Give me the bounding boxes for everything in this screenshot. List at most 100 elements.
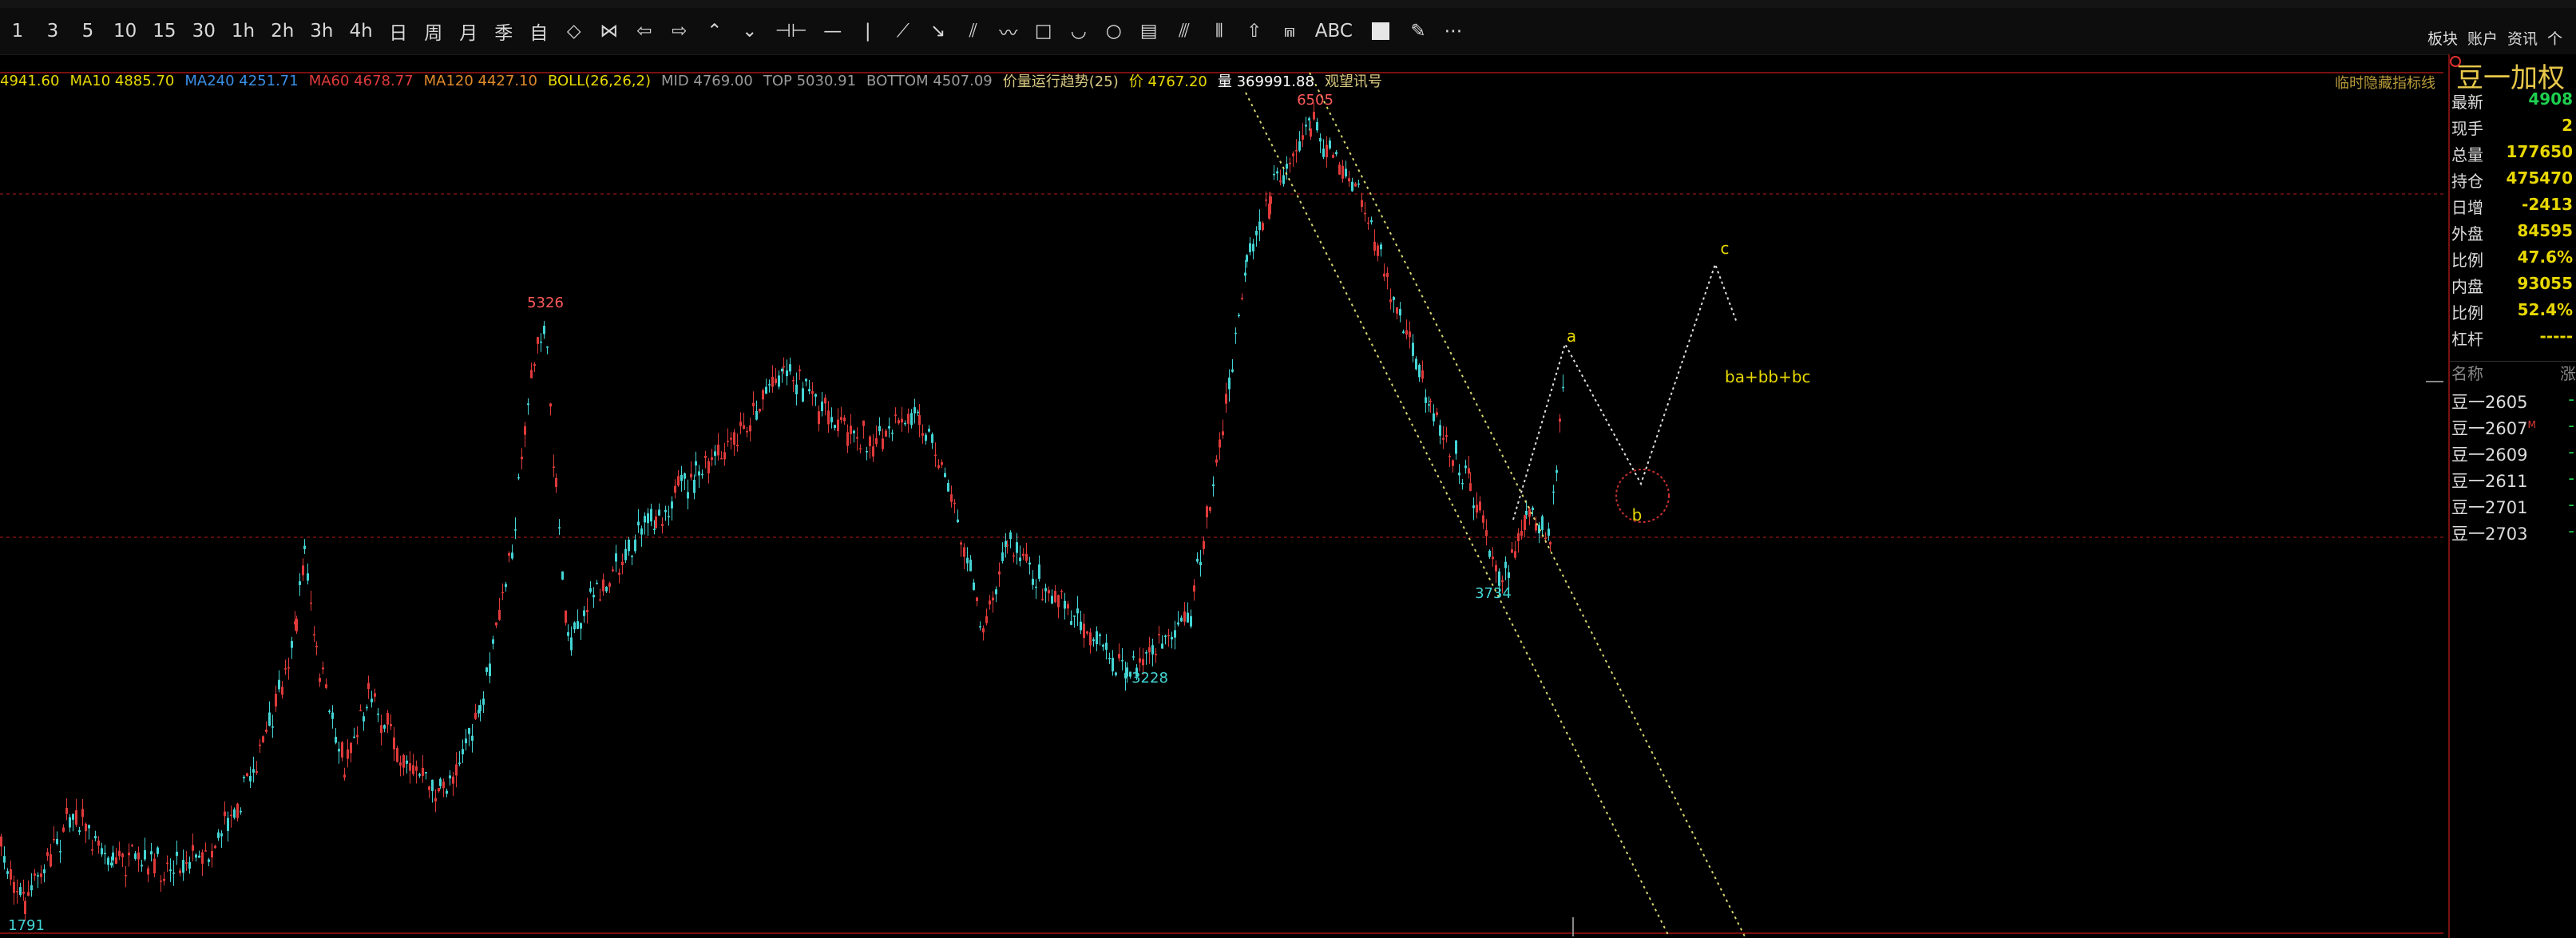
candle-body (246, 773, 248, 777)
candle-body (1520, 530, 1523, 536)
bar-mark-icon[interactable]: ⩎ (1280, 14, 1299, 49)
menu-sector[interactable]: 板块 (2427, 27, 2458, 49)
period-10[interactable]: 10 (113, 14, 137, 49)
circle-icon[interactable]: ○ (1104, 14, 1124, 49)
arrow-up-icon[interactable]: ⌃ (705, 14, 724, 49)
candle-body (837, 419, 839, 432)
period-3h[interactable]: 3h (310, 14, 333, 49)
period-30[interactable]: 30 (192, 14, 216, 49)
period-4h[interactable]: 4h (350, 14, 373, 49)
candle-body (343, 774, 346, 778)
candle-body (110, 862, 113, 866)
candle-body (1501, 580, 1504, 583)
candle-body (367, 683, 370, 690)
kline-chart[interactable]: 5326 6505 1791 3228 3734 a b c ba+bb+bc (0, 69, 2443, 936)
quote-label: 现手 (2451, 119, 2483, 138)
text-abc-icon[interactable]: ABC (1315, 14, 1353, 49)
candle-series (0, 103, 1564, 921)
period-15[interactable]: 15 (153, 14, 176, 49)
arc-icon[interactable]: ◡ (1069, 14, 1088, 49)
contract-row[interactable]: 豆一2611 - (2450, 469, 2576, 494)
more-icon[interactable]: ⋯ (1444, 14, 1463, 49)
period-1[interactable]: 1 (8, 14, 27, 49)
candle-body (792, 380, 795, 382)
menu-personal[interactable]: 个 (2547, 27, 2562, 49)
candle-body (827, 410, 830, 425)
arrow-right-icon[interactable]: ⇨ (670, 14, 689, 49)
parallel-channel-icon[interactable]: ⫽ (964, 14, 983, 49)
contract-row[interactable]: 豆一2703 - (2450, 521, 2576, 547)
candle-body (1155, 653, 1157, 655)
candle-body (655, 516, 657, 528)
quote-label: 日增 (2451, 198, 2483, 217)
candle-body (695, 461, 697, 466)
arrow-left-icon[interactable]: ⇦ (635, 14, 654, 49)
candle-body (925, 434, 927, 441)
candle-body (533, 364, 536, 366)
candle-body (621, 561, 624, 565)
color-swatch-icon[interactable] (1371, 22, 1389, 40)
arrow-mark-icon[interactable]: ⇧ (1245, 14, 1264, 49)
period-day[interactable]: 日 (389, 14, 408, 49)
line-segment-icon[interactable]: ⟋ (894, 14, 913, 49)
candle-body (1348, 178, 1350, 182)
candle-body (1532, 507, 1534, 510)
zigzag-icon[interactable]: 〰 (999, 14, 1018, 49)
period-week[interactable]: 周 (424, 14, 443, 49)
compress-icon[interactable]: ⋈ (600, 14, 619, 49)
period-2h[interactable]: 2h (271, 14, 294, 49)
candle-body (998, 571, 1001, 575)
candle-body (1167, 635, 1170, 636)
candle-body (570, 637, 573, 651)
candle-body (960, 542, 962, 545)
fibonacci-icon[interactable]: ▤ (1139, 14, 1159, 49)
period-month[interactable]: 月 (459, 14, 478, 49)
candle-body (1064, 600, 1066, 609)
ray-icon[interactable]: ↘ (929, 14, 948, 49)
period-custom[interactable]: 自 (529, 14, 549, 49)
candle-body (1086, 631, 1088, 634)
candle-body (363, 716, 365, 722)
horizontal-line-icon[interactable]: — (823, 14, 842, 49)
candle-body (341, 742, 343, 758)
candle-body (24, 900, 26, 914)
candle-body (1367, 222, 1369, 224)
gann-icon[interactable]: ⫻ (1175, 14, 1194, 49)
contract-row[interactable]: 豆一2605 - (2450, 390, 2576, 415)
candle-body (733, 432, 735, 445)
period-quarter[interactable]: 季 (494, 14, 513, 49)
contract-row[interactable]: 豆一2609 - (2450, 442, 2576, 468)
candle-body (608, 583, 611, 587)
pen-icon[interactable]: ✎ (1409, 14, 1428, 49)
window-top-strip (0, 0, 2576, 8)
candle-body (1234, 332, 1237, 334)
hide-indicators-button[interactable]: 临时隐藏指标线 (2335, 72, 2435, 93)
candle-body (727, 441, 729, 442)
arrow-down-icon[interactable]: ⌄ (740, 14, 759, 49)
vertical-line-icon[interactable]: | (858, 14, 878, 49)
candle-body (596, 583, 598, 584)
period-3[interactable]: 3 (43, 14, 62, 49)
crosshair-move-icon[interactable]: ⊣⊢ (775, 14, 807, 49)
candle-body (455, 764, 458, 776)
candle-body (1048, 590, 1050, 594)
menu-news[interactable]: 资讯 (2507, 27, 2538, 49)
expand-icon[interactable]: ◇ (565, 14, 584, 49)
menu-account[interactable]: 账户 (2467, 27, 2498, 49)
candle-body (901, 418, 903, 423)
candle-body (495, 622, 497, 626)
candle-body (1145, 652, 1147, 654)
period-1h[interactable]: 1h (232, 14, 255, 49)
candle-body (1142, 659, 1144, 666)
candle-body (856, 437, 858, 439)
candle-body (1556, 469, 1558, 473)
candle-body (1005, 540, 1007, 547)
contract-row[interactable]: 豆一2607M - (2450, 416, 2576, 441)
quote-row: 比例 47.6% (2450, 247, 2576, 273)
rectangle-icon[interactable]: □ (1034, 14, 1053, 49)
period-5[interactable]: 5 (78, 14, 97, 49)
candle-body (256, 771, 258, 774)
period-lines-icon[interactable]: ⦀ (1210, 14, 1229, 49)
candle-body (409, 763, 411, 771)
contract-row[interactable]: 豆一2701 - (2450, 495, 2576, 520)
